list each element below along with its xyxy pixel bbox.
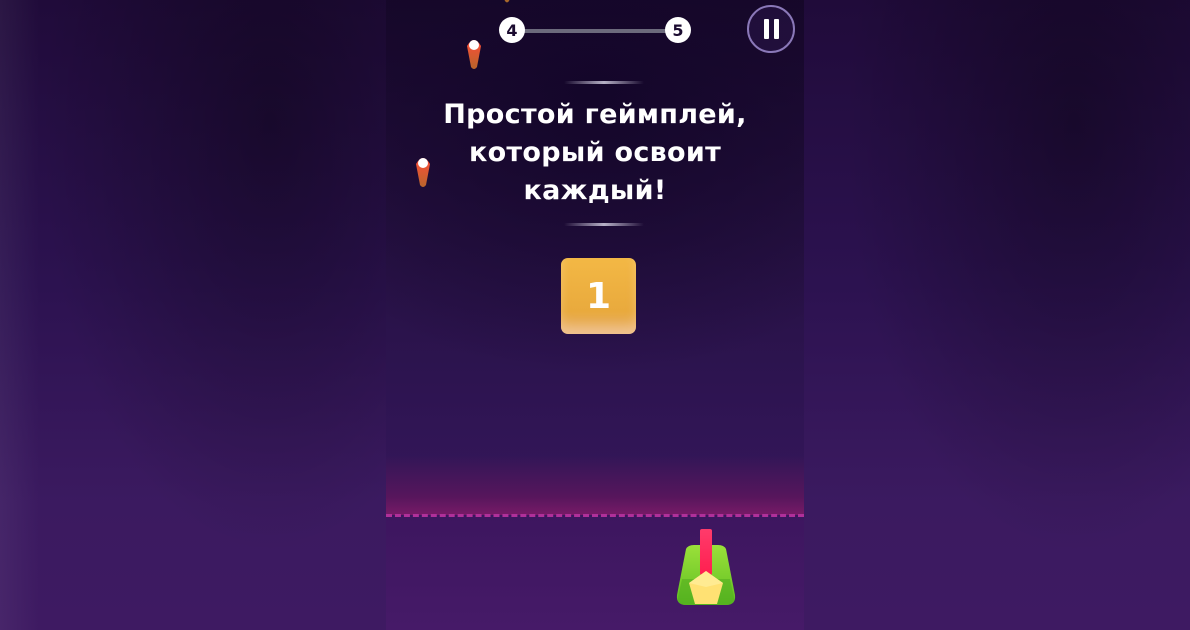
pause-icon — [761, 19, 781, 39]
pause-button[interactable] — [747, 5, 795, 53]
cannon-icon[interactable] — [676, 527, 736, 607]
current-level-badge: 4 — [499, 17, 525, 43]
danger-glow — [386, 455, 804, 515]
headline-line-3: каждый! — [523, 175, 667, 206]
progress-track — [512, 29, 678, 33]
level-progress: 4 5 — [498, 17, 692, 45]
left-backdrop — [0, 0, 386, 630]
headline-line-2: который освоит — [468, 137, 722, 168]
bullet-icon — [467, 40, 481, 69]
headline-divider-bottom — [564, 223, 644, 226]
floor-zone — [386, 516, 804, 630]
screen: 4 5 Простой геймплей, который освоит каж… — [0, 0, 1190, 630]
number-block: 1 — [561, 258, 636, 334]
headline-line-1: Простой геймплей, — [443, 99, 747, 130]
next-level-badge: 5 — [665, 17, 691, 43]
game-viewport[interactable]: 4 5 Простой геймплей, который освоит каж… — [386, 0, 804, 630]
bullet-icon — [504, 0, 510, 3]
headline: Простой геймплей, который освоит каждый! — [406, 96, 784, 210]
right-backdrop — [804, 0, 1190, 630]
dashed-limit-line — [386, 514, 804, 517]
headline-divider-top — [564, 81, 644, 84]
